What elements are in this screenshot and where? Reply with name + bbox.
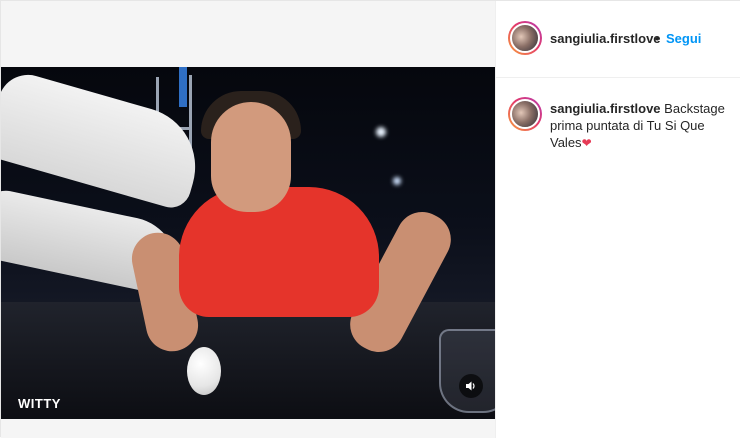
media-column: WITTY [1, 1, 495, 438]
video-watermark: WITTY [18, 396, 61, 411]
performer-face [211, 102, 291, 212]
heart-emoji: ❤ [581, 136, 592, 150]
stage-light [376, 127, 386, 137]
post-video[interactable]: WITTY [1, 67, 495, 419]
header-username[interactable]: sangiulia.firstlove [550, 31, 661, 46]
egg [187, 347, 221, 395]
instagram-post: WITTY sangiulia.firstlove • Segui sangiu… [0, 0, 740, 438]
caption-text-block: sangiulia.firstlove Backstage prima punt… [550, 100, 730, 152]
avatar-image [510, 23, 540, 53]
stage-light [393, 177, 401, 185]
follow-button[interactable]: Segui [666, 31, 701, 46]
separator-dot: • [655, 31, 660, 46]
scaffold-bar [179, 67, 187, 107]
glass-bowl [439, 329, 495, 413]
speaker-icon [466, 381, 475, 391]
mute-button[interactable] [459, 374, 483, 398]
stage-floor [1, 302, 495, 419]
caption-username[interactable]: sangiulia.firstlove [550, 101, 661, 116]
avatar-image [510, 99, 540, 129]
avatar[interactable] [508, 21, 542, 55]
post-header: sangiulia.firstlove • Segui [496, 1, 740, 78]
post-side-panel: sangiulia.firstlove • Segui sangiulia.fi… [495, 1, 740, 438]
performer-shirt [179, 187, 379, 317]
avatar[interactable] [508, 97, 542, 131]
